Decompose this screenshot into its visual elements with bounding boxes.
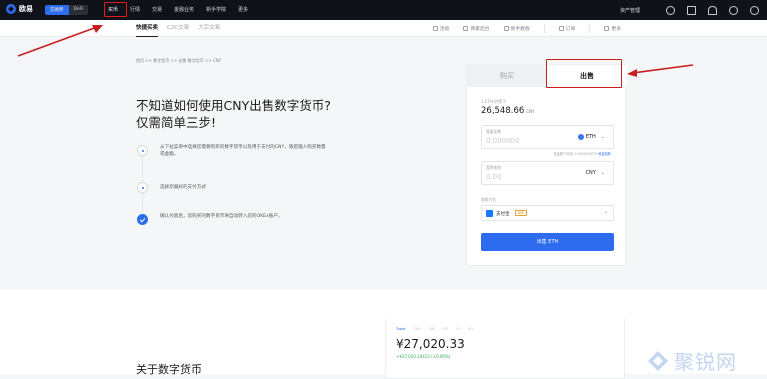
nav-more[interactable]: 更多 xyxy=(232,0,254,20)
orders-link[interactable]: 订单 xyxy=(558,25,576,32)
step-2-dot-icon xyxy=(137,182,148,193)
price-range-tabs: Trade 24H 1W 1M 1Y ALL xyxy=(396,327,474,331)
receive-amount-label: 我将收到 xyxy=(486,165,502,170)
merchant-label: 商家后台 xyxy=(470,27,490,32)
globe-icon[interactable] xyxy=(750,5,759,15)
exchange-defi-switch[interactable]: 交易所 DeFi xyxy=(45,5,89,15)
range-tab[interactable]: ALL xyxy=(468,327,474,331)
sell-amount-input[interactable]: 0.000000 xyxy=(486,137,519,145)
sub-navbar-links: 活动 商家后台 新手教程 订单 更多 xyxy=(432,20,621,37)
tab-c2c[interactable]: C2C交易 xyxy=(167,20,189,37)
mode-defi-button[interactable]: DeFi xyxy=(68,5,89,15)
receive-amount-field[interactable]: 我将收到 0.00 CNY ⌄ xyxy=(481,161,614,185)
page-title-line1: 不知道如何使用CNY出售数字货币? xyxy=(136,98,331,113)
bell-icon[interactable] xyxy=(708,5,717,15)
sell-coin-select[interactable]: ETH ⌄ xyxy=(577,134,605,140)
gift-icon xyxy=(432,26,438,31)
more-link[interactable]: 更多 xyxy=(604,25,621,32)
available-balance: 资金账户可用: 0.000000 ETH 资金划转 xyxy=(553,151,611,156)
recommended-badge: 推荐 xyxy=(515,210,528,216)
headset-icon[interactable] xyxy=(729,5,738,15)
sell-eth-button[interactable]: 出售 ETH xyxy=(481,233,614,251)
nav-trade[interactable]: 交易 xyxy=(146,0,168,20)
sell-amount-label: 我要出售 xyxy=(486,129,502,134)
divider xyxy=(543,24,545,33)
book-icon xyxy=(503,26,509,31)
user-icon[interactable] xyxy=(666,5,675,15)
trade-card: 购买 出售 1 ETH 约等于 26,548.66 CNY 我要出售 0.0000… xyxy=(466,64,627,266)
okx-logo-icon xyxy=(6,4,16,14)
orders-icon xyxy=(558,26,564,31)
step-2-text: 选择您偏好的支付方式 xyxy=(160,185,206,190)
tutorial-link[interactable]: 新手教程 xyxy=(503,25,530,32)
chevron-down-icon: ⌄ xyxy=(603,209,608,215)
sub-navbar: 快捷买卖 C2C交易 大宗交易 活动 商家后台 新手教程 订单 更多 xyxy=(0,20,767,37)
rate-value: 26,548.66 CNY xyxy=(481,106,535,116)
current-price: ¥27,020.33 xyxy=(396,337,465,351)
rate-label: 1 ETH 约等于 xyxy=(481,99,507,104)
chevron-down-icon: ⌄ xyxy=(600,170,605,176)
watermark-logo-icon xyxy=(648,350,668,371)
payment-method-label: 收款方式 xyxy=(481,197,497,202)
range-tab[interactable]: 1W xyxy=(429,327,435,331)
top-navbar: 欧易 交易所 DeFi 买币 行情 交易 金融业务 新手学院 更多 资产管理 xyxy=(0,0,767,20)
more-icon xyxy=(604,26,610,31)
top-right-tools: 资产管理 xyxy=(620,0,759,20)
eth-coin-icon xyxy=(577,134,584,140)
brand-name: 欧易 xyxy=(19,5,33,13)
rate-number: 26,548.66 xyxy=(481,106,525,116)
nav-markets[interactable]: 行情 xyxy=(124,0,146,20)
more-label: 更多 xyxy=(611,27,621,32)
payment-method-select[interactable]: 支付宝 推荐 ⌄ xyxy=(481,205,614,221)
tab-quick-trade[interactable]: 快捷买卖 xyxy=(136,20,159,37)
brand-logo[interactable]: 欧易 xyxy=(6,4,33,14)
store-icon xyxy=(463,26,469,31)
sell-amount-field[interactable]: 我要出售 0.000000 ETH ⌄ xyxy=(481,125,614,149)
alipay-icon xyxy=(486,210,493,217)
merchant-link[interactable]: 商家后台 xyxy=(463,25,490,32)
tutorial-label: 新手教程 xyxy=(510,27,530,32)
receive-currency-value: CNY xyxy=(585,170,596,176)
watermark-text: 聚锐网 xyxy=(674,350,737,374)
asset-management-menu[interactable]: 资产管理 xyxy=(620,7,640,14)
range-tab[interactable]: 1Y xyxy=(456,327,460,331)
transfer-link[interactable]: 资金划转 xyxy=(598,152,611,156)
rate-unit: CNY xyxy=(526,109,535,114)
tab-buy[interactable]: 购买 xyxy=(467,65,547,87)
orders-label: 订单 xyxy=(565,27,576,32)
step-3-text: 确认付款后，您购买的数字货币将自动转入您的OKEx账户。 xyxy=(160,214,283,219)
divider xyxy=(589,24,591,33)
activity-label: 活动 xyxy=(439,27,450,32)
price-change: +¥27,020.10415 (+0.00%) xyxy=(396,354,451,359)
about-title: 关于数字货币 xyxy=(136,363,202,376)
step-1-text: 从下拉菜单中选择您需要购买的数字货币以及用于支付的CNY，随后输入购买数量或金额… xyxy=(160,145,326,157)
annotation-highlight-sell-tab xyxy=(546,59,622,88)
nav-academy[interactable]: 新手学院 xyxy=(200,0,232,20)
receive-currency-select[interactable]: CNY ⌄ xyxy=(586,170,606,176)
tab-block-trade[interactable]: 大宗交易 xyxy=(198,20,220,37)
annotation-highlight-buy-nav xyxy=(104,2,127,17)
chevron-down-icon: ⌄ xyxy=(600,134,605,140)
step-1-dot-icon xyxy=(137,145,148,156)
nav-finance[interactable]: 金融业务 xyxy=(168,0,200,20)
payment-method-value: 支付宝 xyxy=(496,212,510,217)
breadcrumb[interactable]: 首页 >> 数字货币 >> 出售 数字货币 >> CNY xyxy=(136,58,221,64)
step-3-check-icon xyxy=(137,214,148,225)
site-watermark: 聚锐网 xyxy=(646,346,737,375)
receive-amount-input[interactable]: 0.00 xyxy=(486,173,502,181)
available-text: 资金账户可用: 0.000000 ETH xyxy=(553,152,598,156)
price-card: Trade 24H 1W 1M 1Y ALL ¥27,020.33 +¥27,0… xyxy=(385,319,625,379)
trade-type-tabs: 快捷买卖 C2C交易 大宗交易 xyxy=(136,20,220,37)
activity-link[interactable]: 活动 xyxy=(432,25,450,32)
mode-exchange-button[interactable]: 交易所 xyxy=(45,5,69,15)
page-title-line2: 仅需简单三步! xyxy=(136,115,217,130)
sell-coin-value: ETH xyxy=(585,134,596,140)
download-icon[interactable] xyxy=(687,5,696,15)
annotation-arrow-right xyxy=(627,64,694,77)
range-tab[interactable]: 24H xyxy=(414,327,421,331)
page-title: 不知道如何使用CNY出售数字货币? 仅需简单三步! xyxy=(136,97,331,131)
range-tab[interactable]: Trade xyxy=(396,327,406,331)
range-tab[interactable]: 1M xyxy=(442,327,447,331)
